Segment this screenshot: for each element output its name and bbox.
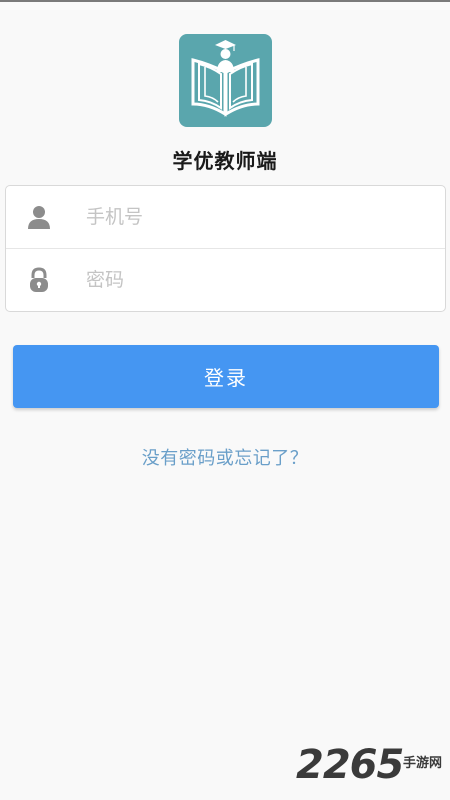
lock-icon — [26, 267, 52, 293]
login-form-card — [5, 185, 446, 312]
phone-field-row — [6, 186, 445, 248]
user-icon — [26, 204, 52, 230]
top-edge-line — [0, 0, 450, 2]
watermark-logo: 2265 手游网 — [296, 742, 450, 792]
watermark-number: 2265 — [296, 742, 404, 788]
app-logo-icon — [179, 34, 272, 127]
app-title: 学优教师端 — [172, 149, 278, 173]
password-input[interactable] — [72, 261, 432, 299]
forgot-password-link[interactable]: 没有密码或忘记了？ — [0, 444, 450, 470]
login-button[interactable]: 登录 — [13, 345, 439, 408]
password-field-row — [6, 249, 445, 311]
phone-input[interactable] — [72, 198, 432, 236]
watermark-text: 手游网 — [403, 756, 443, 771]
